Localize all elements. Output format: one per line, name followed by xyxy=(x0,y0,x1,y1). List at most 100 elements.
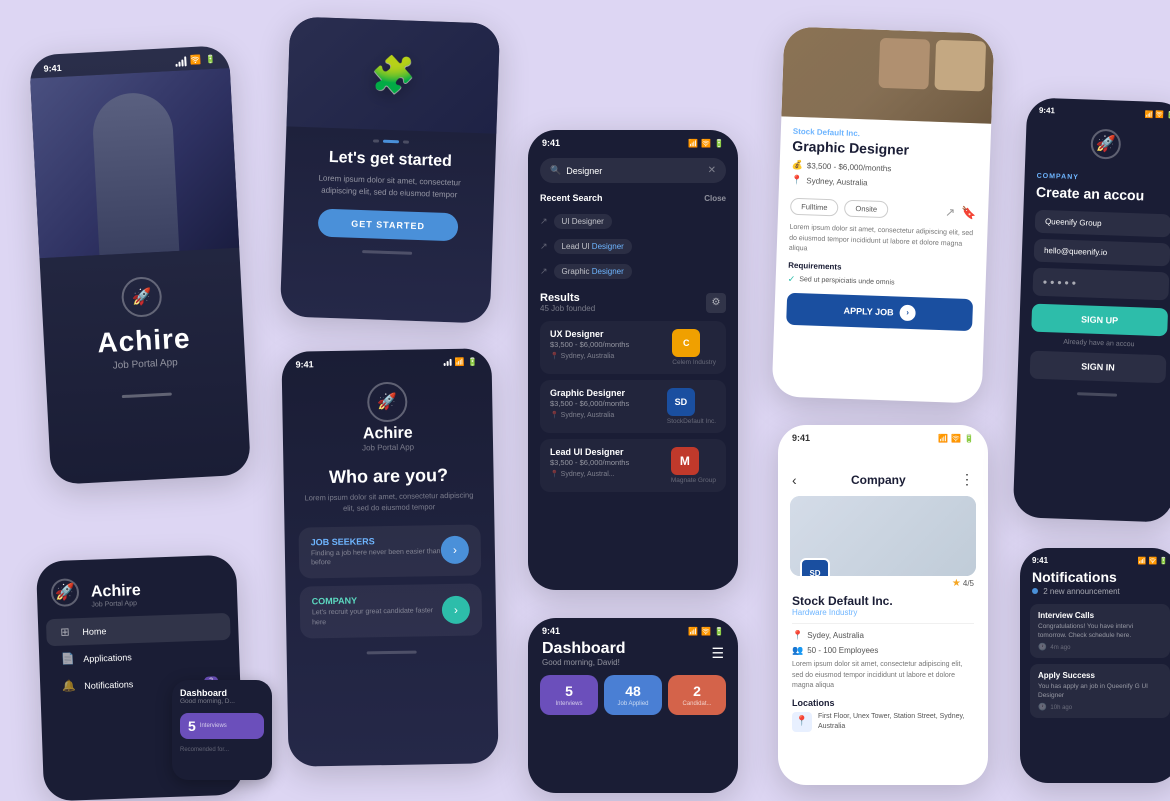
more-button[interactable]: ⋮ xyxy=(960,471,974,488)
job-title-2: Graphic Designer xyxy=(550,388,629,398)
stat-num-interviews: 5 xyxy=(565,683,573,699)
time-3: 9:41 xyxy=(296,359,314,369)
app-logo-area: Achire Job Portal App xyxy=(40,248,246,383)
dash-mini-subtitle: Good morning, D... xyxy=(180,698,264,705)
role-card-company[interactable]: COMPANY Let's recruit your great candida… xyxy=(299,584,482,639)
action-icons: ↗ 🔖 xyxy=(945,205,976,220)
location-address: First Floor, Unex Tower, Station Street,… xyxy=(818,712,974,733)
password-field[interactable]: ••••• xyxy=(1032,268,1169,301)
job-detail-content: Stock Default Inc. Graphic Designer 💰 $3… xyxy=(774,116,991,341)
company-location-text: Sydey, Australia xyxy=(807,631,864,640)
status-bar-7: 9:41 📶🛜🔋 xyxy=(778,425,988,443)
company-employees-row: 👥 50 - 100 Employees xyxy=(792,645,974,656)
location-icon: 📍 xyxy=(791,175,803,186)
get-started-button[interactable]: GET STARTED xyxy=(318,209,459,242)
recent-tag-2: Lead UI Designer xyxy=(554,239,632,254)
job-top-2: Graphic Designer $3,500 - $6,000/months … xyxy=(550,388,716,425)
sidebar-app-subtitle: Job Portal App xyxy=(91,599,141,608)
status-bar-4: 9:41 📶🛜🔋 xyxy=(528,130,738,154)
apply-button[interactable]: APPLY JOB › xyxy=(786,292,973,330)
salary-icon: 💰 xyxy=(791,160,803,171)
rocket-area-3: Achire Job Portal App xyxy=(282,370,493,460)
job-company-3: M Magnate Group xyxy=(671,447,716,484)
recent-arrow-icon-2: ↗ xyxy=(540,241,548,252)
company-top-bar: ‹ Company ⋮ xyxy=(778,443,988,496)
who-desc: Lorem ipsum dolor sit amet, consectetur … xyxy=(284,489,495,527)
role-company-info: COMPANY Let's recruit your great candida… xyxy=(312,594,443,628)
stat-num-candidates: 2 xyxy=(693,683,701,699)
search-clear-icon[interactable]: ✕ xyxy=(708,165,716,176)
share-icon[interactable]: ↗ xyxy=(945,205,956,219)
stat-label-interviews: Interviews xyxy=(555,701,582,707)
recent-item-2[interactable]: ↗ Lead UI Designer xyxy=(528,234,738,259)
dashboard-header: Dashboard Good morning, David! ☰ xyxy=(528,640,738,675)
app-subtitle-1: Job Portal App xyxy=(112,357,178,371)
person-silhouette xyxy=(91,91,179,255)
job-info-2: Graphic Designer $3,500 - $6,000/months … xyxy=(550,388,629,419)
puzzle-area: 🧩 xyxy=(286,16,500,133)
job-title-3: Lead UI Designer xyxy=(550,447,629,457)
stat-label-candidates: Candidat... xyxy=(682,701,711,707)
signup-button[interactable]: SIGN UP xyxy=(1031,304,1168,337)
company-name-field[interactable]: Queenify Group xyxy=(1035,210,1170,238)
bookmark-icon[interactable]: 🔖 xyxy=(961,205,976,220)
sidebar-header: Achire Job Portal App xyxy=(36,565,238,620)
role-seekers-label: JOB SEEKERS xyxy=(311,535,441,547)
notif-card-1[interactable]: Interview Calls Congratulations! You hav… xyxy=(1030,604,1170,658)
company-arrow-icon: › xyxy=(442,596,470,624)
search-bar[interactable]: 🔍 Designer ✕ xyxy=(540,158,726,183)
location-item-1: 📍 First Floor, Unex Tower, Station Stree… xyxy=(792,712,974,733)
time-8: 9:41 xyxy=(1039,106,1055,116)
app-name-3: Achire xyxy=(363,425,413,444)
role-company-desc: Let's recruit your great candidate faste… xyxy=(312,606,442,628)
salary-text: $3,500 - $6,000/months xyxy=(807,161,892,173)
status-bar-9: 9:41 📶🛜🔋 xyxy=(1020,548,1170,569)
job-card-1[interactable]: UX Designer $3,500 - $6,000/months 📍 Syd… xyxy=(540,321,726,374)
notif-time-1: 🕐 4m ago xyxy=(1038,643,1162,651)
job-location-2: 📍 Sydney, Australia xyxy=(550,411,629,419)
stat-num-applied: 48 xyxy=(625,683,641,699)
job-card-2[interactable]: Graphic Designer $3,500 - $6,000/months … xyxy=(540,380,726,433)
role-seekers-info: JOB SEEKERS Finding a job here never bee… xyxy=(311,535,442,569)
home-indicator-2 xyxy=(362,250,412,255)
company-logo-1: C xyxy=(672,329,700,357)
rocket-icon-sidebar xyxy=(50,578,79,607)
company-employees-icon: 👥 xyxy=(792,645,803,656)
hero-image xyxy=(30,68,239,258)
job-title-1: UX Designer xyxy=(550,329,629,339)
back-button[interactable]: ‹ xyxy=(792,472,797,488)
company-industry: Hardware Industry xyxy=(792,608,974,617)
signin-button[interactable]: SIGN IN xyxy=(1030,351,1167,384)
job-top-1: UX Designer $3,500 - $6,000/months 📍 Syd… xyxy=(550,329,716,366)
interview-num: 5 xyxy=(188,718,196,734)
notif-card-2[interactable]: Apply Success You has apply an job in Qu… xyxy=(1030,664,1170,718)
job-card-3[interactable]: Lead UI Designer $3,500 - $6,000/months … xyxy=(540,439,726,492)
email-field[interactable]: hello@queenify.io xyxy=(1034,239,1170,267)
notifications-sidebar-icon: 🔔 xyxy=(62,679,76,692)
clock-icon-2: 🕐 xyxy=(1038,704,1047,711)
company-info: ★ 4/5 Stock Default Inc. Hardware Indust… xyxy=(778,576,988,741)
menu-icon[interactable]: ☰ xyxy=(711,645,724,662)
role-card-seekers[interactable]: JOB SEEKERS Finding a job here never bee… xyxy=(298,524,481,579)
dot-3 xyxy=(403,140,409,143)
notif-title-2: Apply Success xyxy=(1038,671,1162,680)
tags-row: Fulltime Onsite xyxy=(790,198,888,218)
company-employees-text: 50 - 100 Employees xyxy=(807,646,878,655)
filter-icon[interactable]: ⚙ xyxy=(706,293,726,313)
job-description: Lorem ipsum dolor sit amet, consectetur … xyxy=(789,223,976,261)
close-recent-button[interactable]: Close xyxy=(704,194,726,203)
dash-mini-title: Dashboard xyxy=(180,688,264,698)
company-name-2: StockDefault Inc. xyxy=(667,418,716,425)
search-input-value: Designer xyxy=(566,166,707,176)
home-sidebar-icon: ⊞ xyxy=(60,625,74,638)
recent-item-3[interactable]: ↗ Graphic Designer xyxy=(528,259,738,284)
who-title: Who are you? xyxy=(283,456,494,493)
dot-2 xyxy=(383,140,399,144)
screen-who-are-you: 9:41 📶🔋 Achire Job Portal App Who are yo… xyxy=(281,348,498,767)
screen-create-account: 9:41 📶🛜🔋 COMPANY Create an accou Queenif… xyxy=(1013,97,1170,522)
role-company-label: COMPANY xyxy=(312,594,442,606)
app-subtitle-3: Job Portal App xyxy=(362,443,414,453)
recent-item-1[interactable]: ↗ UI Designer xyxy=(528,209,738,234)
already-account-text: Already have an accou xyxy=(1019,337,1170,350)
star-icon: ★ xyxy=(952,578,961,589)
